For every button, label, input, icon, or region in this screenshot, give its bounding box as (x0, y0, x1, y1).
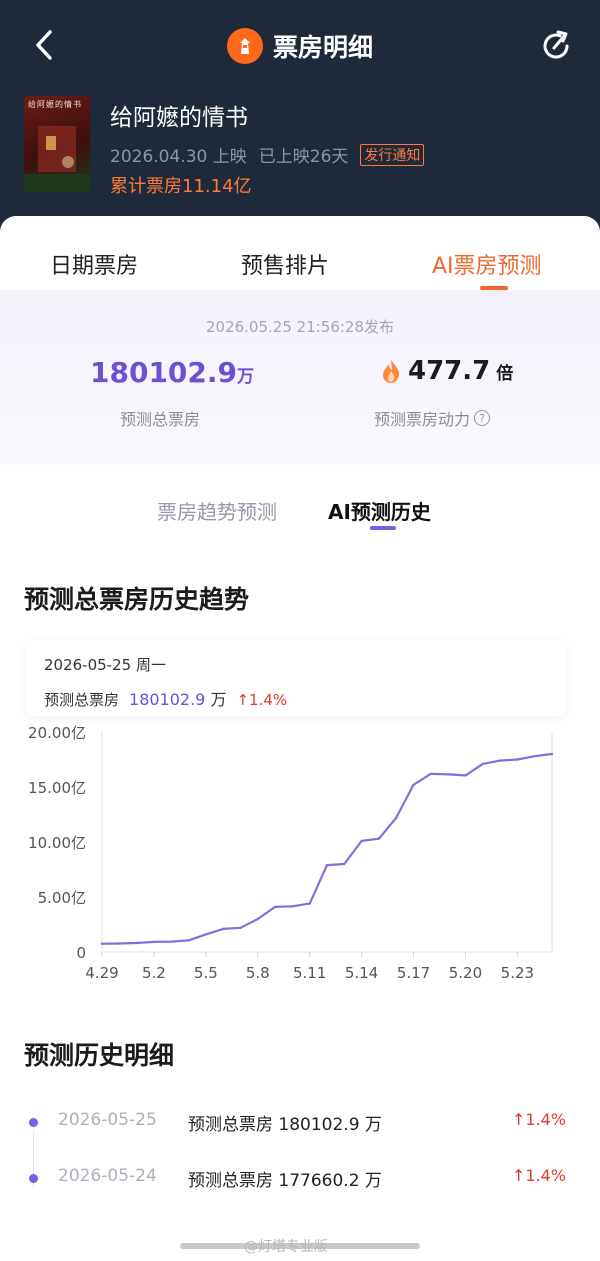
box-power: 477.7 倍 (380, 356, 513, 386)
prediction-summary: 2026.05.25 21:56:28发布 180102.9万 预测总票房 47… (0, 290, 600, 465)
data-point (135, 941, 138, 945)
x-tick-label: 5.20 (449, 964, 482, 982)
sub-tabs: 票房趋势预测 AI预测历史 (0, 486, 600, 536)
data-point (533, 755, 536, 758)
tab-presale-schedule[interactable]: 预售排片 (241, 248, 329, 280)
y-tick-label: 20.00亿 (28, 724, 86, 742)
main-tabs: 日期票房 预售排片 AI票房预测 (0, 216, 600, 290)
box-power-value: 477.7 (408, 356, 491, 386)
x-tick-label: 5.23 (501, 964, 534, 982)
data-point (187, 939, 190, 942)
data-point (204, 933, 208, 936)
history-change: ↑1.4% (511, 1110, 566, 1129)
x-tick-label: 5.8 (246, 964, 270, 982)
trend-line-chart[interactable]: 0 5.00亿 10.00亿 15.00亿 20.00亿 4.29 5.2 5.5 5.8 5.1… (0, 716, 600, 1006)
poster-art (24, 126, 90, 192)
watermark: @灯塔专业版 (244, 1239, 328, 1255)
predicted-total-label: 预测总票房 (120, 410, 201, 429)
x-tick-label: 5.14 (345, 964, 378, 982)
cumulative-box-office: 累计票房11.14亿 (110, 176, 252, 197)
publish-time: 2026.05.25 21:56:28发布 (205, 318, 395, 336)
days-showing: 已上映26天 (258, 147, 349, 167)
data-point (360, 839, 363, 843)
data-point (170, 940, 173, 943)
series-line (100, 752, 554, 945)
data-point (239, 926, 242, 929)
page-title: 票房明细 (272, 33, 373, 62)
history-label: 预测总票房 180102.9 万 (188, 1115, 382, 1135)
data-point (498, 759, 502, 762)
tooltip-value: 180102.9 万 (129, 690, 227, 709)
active-subtab-indicator (370, 526, 396, 530)
release-notice-badge[interactable]: 发行通知 (360, 143, 425, 166)
timeline-dot (29, 1174, 38, 1183)
box-power-unit: 倍 (496, 363, 514, 384)
predicted-total-unit: 万 (237, 367, 255, 387)
y-tick-label: 0 (76, 944, 86, 962)
tooltip-change: ↑1.4% (236, 691, 288, 709)
data-point (516, 758, 519, 761)
data-point (273, 905, 277, 909)
top-nav: 票房明细 (0, 18, 600, 74)
release-date: 2026.04.30 上映 (110, 147, 247, 167)
tab-ai-prediction[interactable]: AI票房预测 (432, 248, 542, 280)
lighthouse-logo-icon (226, 28, 263, 64)
data-point (550, 752, 554, 756)
page-title-group: 票房明细 (226, 28, 373, 64)
header: 票房明细 给阿嬷的情书 给阿嬷的情书 2026.04.30 上映 已上映26天 … (0, 0, 600, 240)
y-tick-label: 10.00亿 (28, 834, 86, 852)
movie-poster: 给阿嬷的情书 (24, 96, 90, 192)
data-point (395, 816, 398, 819)
history-date: 2026-05-25 (58, 1110, 157, 1130)
predicted-total-value: 180102.9 (90, 356, 238, 389)
history-label: 预测总票房 177660.2 万 (188, 1171, 382, 1191)
data-point (291, 905, 294, 908)
tab-daily-box-office[interactable]: 日期票房 (50, 248, 138, 280)
x-tick-label: 5.11 (293, 964, 326, 982)
box-power-label-row: 预测票房动力 ? (374, 406, 491, 430)
tooltip-label: 预测总票房 (44, 691, 120, 709)
chart-tooltip: 2026-05-25 周一 预测总票房 180102.9 万 ↑1.4% (26, 640, 566, 716)
movie-meta: 2026.04.30 上映 已上映26天 发行通知 (110, 142, 425, 167)
data-point (118, 942, 121, 945)
content-card: 日期票房 预售排片 AI票房预测 2026.05.25 21:56:28发布 1… (0, 216, 600, 1261)
tooltip-row: 预测总票房 180102.9 万 ↑1.4% (44, 686, 287, 710)
list-item[interactable]: 2026-05-25 预测总票房 180102.9 万 ↑1.4% (0, 1106, 600, 1188)
history-section-title: 预测历史明细 (24, 1041, 175, 1070)
data-point (464, 774, 467, 777)
subtab-ai-history[interactable]: AI预测历史 (328, 496, 431, 525)
x-tick-label: 5.2 (142, 964, 166, 982)
x-tick-label: 4.29 (85, 964, 118, 982)
data-point (377, 837, 381, 840)
x-tick-label: 5.17 (397, 964, 430, 982)
data-point (221, 927, 225, 931)
question-icon[interactable]: ? (474, 410, 491, 426)
movie-info: 给阿嬷的情书 给阿嬷的情书 2026.04.30 上映 已上映26天 发行通知 … (24, 96, 584, 197)
data-point (429, 772, 433, 775)
timeline-dot (29, 1118, 38, 1127)
data-point (343, 862, 346, 866)
history-change: ↑1.4% (511, 1166, 566, 1185)
list-item[interactable]: 2026-05-24 预测总票房 177660.2 万 ↑1.4% (0, 1162, 600, 1202)
x-tick-label: 5.5 (194, 964, 218, 982)
data-point (481, 762, 484, 766)
trend-section-title: 预测总票房历史趋势 (24, 585, 250, 614)
data-point (100, 942, 104, 945)
y-tick-label: 5.00亿 (38, 889, 86, 907)
subtab-trend-prediction[interactable]: 票房趋势预测 (157, 496, 277, 525)
data-point (256, 917, 259, 921)
data-point (308, 902, 311, 905)
history-date: 2026-05-24 (58, 1166, 157, 1186)
share-icon[interactable] (538, 28, 574, 64)
predicted-total: 180102.9万 (90, 356, 254, 389)
tooltip-date: 2026-05-25 周一 (44, 656, 166, 674)
data-point (152, 940, 156, 944)
y-tick-label: 15.00亿 (28, 779, 86, 797)
flame-icon (383, 359, 400, 383)
box-power-label: 预测票房动力 (374, 410, 471, 429)
data-point (446, 773, 450, 776)
data-point (325, 863, 329, 867)
movie-name: 给阿嬷的情书 (110, 105, 248, 131)
data-point (412, 783, 415, 786)
